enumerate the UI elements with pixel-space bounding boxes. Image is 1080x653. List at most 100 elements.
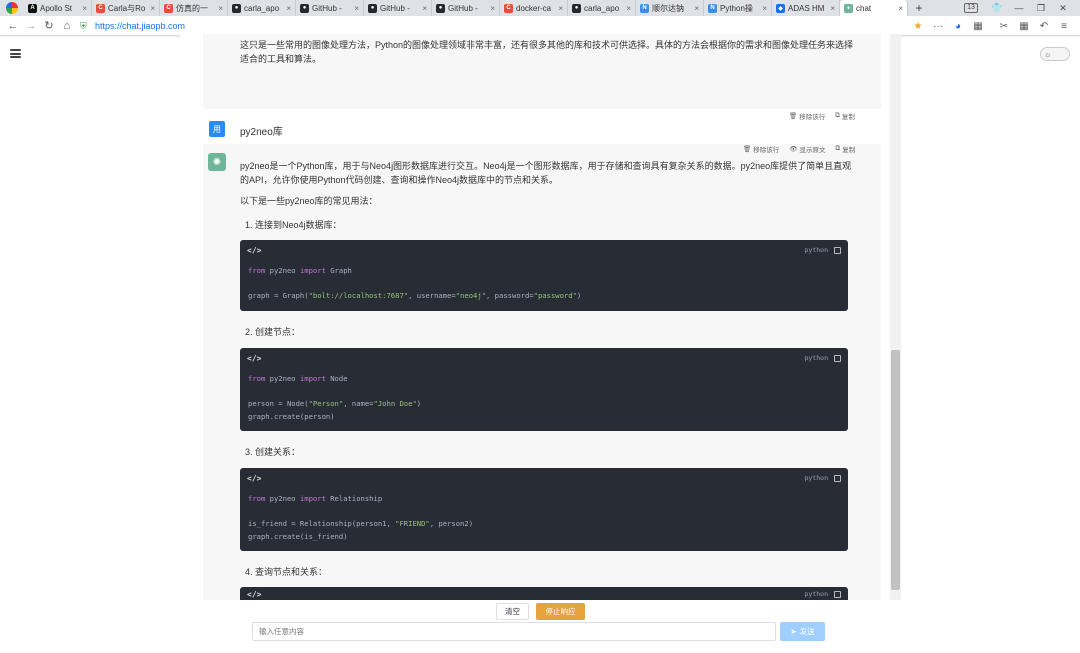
user-question-text: py2neo库 (240, 127, 283, 138)
tab-close-icon[interactable]: × (490, 4, 495, 13)
tab-favicon-icon: ● (368, 3, 377, 13)
step-1: 1. 连接到Neo4j数据库： (245, 220, 342, 230)
home-icon[interactable]: ⌂ (58, 20, 76, 32)
tab-close-icon[interactable]: × (218, 4, 223, 13)
copy-code-icon[interactable] (834, 590, 841, 598)
url-text[interactable]: https://chat.jiaopb.com (95, 21, 185, 31)
code-block: </> python (240, 587, 848, 600)
reload-icon[interactable]: ↻ (40, 19, 58, 32)
browser-tab[interactable]: N Python操 × (704, 0, 772, 16)
stop-response-button[interactable]: 停止响应 (536, 603, 585, 620)
code-language: python (804, 590, 828, 598)
previous-answer: 这只是一些常用的图像处理方法，Python的图像处理领域非常丰富，还有很多其他的… (203, 34, 881, 109)
send-icon: ➤ (790, 627, 797, 636)
copy-code-icon[interactable] (834, 354, 841, 362)
new-tab-button[interactable]: + (912, 1, 926, 15)
browser-logo-icon (6, 2, 18, 14)
code-icon: </> (247, 589, 262, 599)
copy-button[interactable]: ⧉ 复制 (836, 144, 856, 154)
back-icon[interactable]: ← (4, 20, 22, 32)
tab-close-icon[interactable]: × (354, 4, 359, 13)
tab-close-icon[interactable]: × (286, 4, 291, 13)
copy-label: 复制 (841, 114, 855, 121)
browser-tab[interactable]: A Apollo St × (24, 0, 92, 16)
tab-title: GitHub - (380, 3, 410, 13)
browser-tab[interactable]: C 仿真的一 × (160, 0, 228, 16)
browser-tab[interactable]: C Carla与Ro × (92, 0, 160, 16)
tab-close-icon[interactable]: × (422, 4, 427, 13)
tab-title: chat (856, 3, 872, 13)
tab-close-icon[interactable]: × (150, 4, 155, 13)
extension-icon[interactable]: ◕ (948, 21, 968, 32)
answer-actions: 🗑 移除该行 👁 显示原文 ⧉ 复制 (743, 144, 855, 154)
browser-tab[interactable]: Cdocker-ca × (500, 0, 568, 16)
show-raw-button[interactable]: 👁 显示原文 (789, 144, 825, 154)
copy-code-icon[interactable] (834, 246, 841, 254)
code-header: </> python (240, 468, 848, 488)
browser-tab[interactable]: ● GitHub - × (296, 0, 364, 16)
browser-tab[interactable]: ● carla_apo × (568, 0, 636, 16)
restore-button[interactable]: ❐ (1030, 3, 1052, 14)
tab-close-icon[interactable]: × (830, 4, 835, 13)
assistant-avatar-icon: ✺ (208, 153, 226, 171)
bookmark-star-icon[interactable]: ★ (908, 21, 928, 32)
answer-usage: 以下是一些py2neo库的常见用法： (240, 196, 378, 206)
url-field[interactable]: ⛨ https://chat.jiaopb.com (80, 18, 960, 34)
tab-title: Python操 (720, 3, 753, 13)
more-icon[interactable]: ··· (928, 21, 948, 32)
previous-answer-actions: 🗑 移除该行 ⧉ 复制 (789, 111, 855, 121)
copy-icon: ⧉ (835, 145, 841, 152)
tab-close-icon[interactable]: × (82, 4, 87, 13)
copy-icon: ⧉ (835, 112, 840, 119)
tab-title: Carla与Ro (108, 3, 146, 13)
remove-button[interactable]: 🗑 移除该行 (743, 144, 779, 154)
browser-tab[interactable]: ◆ ADAS HM × (772, 0, 840, 16)
tab-close-icon[interactable]: × (762, 4, 767, 13)
tab-favicon-icon: A (28, 3, 37, 13)
copy-button[interactable]: ⧉ 复制 (835, 111, 855, 121)
tab-favicon-icon: ✦ (844, 3, 853, 13)
tab-favicon-icon: ● (232, 3, 241, 13)
remove-label: 移除该行 (753, 147, 780, 154)
tab-title: 顺尔达钠 (652, 3, 684, 13)
send-label: 发送 (799, 627, 815, 636)
code-icon: </> (247, 473, 262, 483)
undo-icon[interactable]: ↶ (1034, 21, 1054, 32)
apps-grid-icon[interactable]: ▦ (968, 21, 988, 32)
scissors-icon[interactable]: ✂ (994, 21, 1014, 32)
browser-tab[interactable]: N 顺尔达钠 × (636, 0, 704, 16)
user-avatar: 用 (209, 121, 225, 137)
clear-button[interactable]: 清空 (496, 603, 529, 620)
send-button[interactable]: ➤ 发送 (780, 622, 825, 641)
prompt-input[interactable] (252, 622, 776, 641)
tab-count-icon[interactable]: 13 (964, 3, 978, 13)
menu-icon[interactable]: ≡ (1054, 21, 1074, 32)
tab-close-icon[interactable]: × (694, 4, 699, 13)
minimize-button[interactable]: — (1008, 3, 1030, 13)
apps-icon[interactable]: ▦ (1014, 21, 1034, 32)
tab-favicon-icon: C (96, 3, 105, 13)
skin-icon[interactable]: 👕 (986, 3, 1008, 14)
browser-tab[interactable]: ● carla_apo × (228, 0, 296, 16)
answer-intro: py2neo是一个Python库，用于与Neo4j图形数据库进行交互。Neo4j… (240, 161, 852, 185)
browser-tab[interactable]: ● GitHub - × (364, 0, 432, 16)
tab-title: docker-ca (516, 3, 552, 13)
close-window-button[interactable]: ✕ (1052, 3, 1074, 14)
tab-favicon-icon: ● (300, 3, 309, 13)
tab-close-icon[interactable]: × (626, 4, 631, 13)
step-4: 4. 查询节点和关系： (245, 567, 328, 577)
copy-code-icon[interactable] (834, 474, 841, 482)
code-language: python (804, 474, 828, 482)
tab-close-icon[interactable]: × (898, 4, 903, 13)
tab-close-icon[interactable]: × (558, 4, 563, 13)
remove-button[interactable]: 🗑 移除该行 (789, 111, 825, 121)
browser-tab[interactable]: ● GitHub - × (432, 0, 500, 16)
forward-icon[interactable]: → (22, 20, 40, 32)
scrollbar-thumb[interactable] (891, 350, 900, 590)
step-2: 2. 创建节点： (245, 327, 301, 337)
hamburger-menu-icon[interactable] (10, 49, 21, 58)
browser-tab[interactable]: ✦ chat × (840, 0, 908, 16)
code-header: </> python (240, 240, 848, 260)
code-language: python (804, 246, 828, 254)
theme-toggle[interactable]: ☼ (1040, 47, 1070, 61)
